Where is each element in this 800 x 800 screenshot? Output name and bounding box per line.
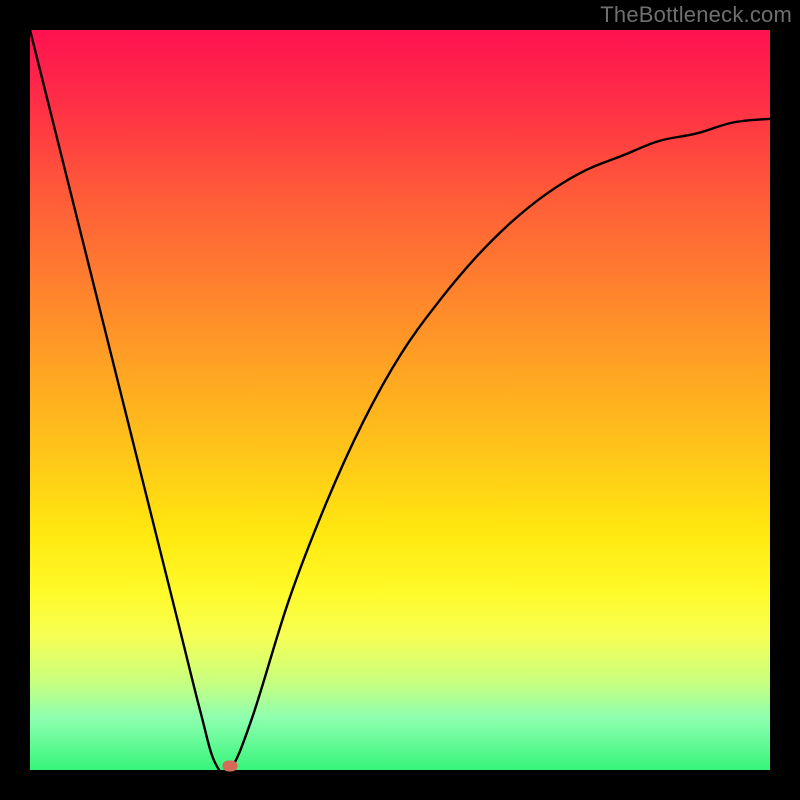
plot-area (30, 30, 770, 770)
optimal-point-marker (222, 761, 237, 772)
watermark-text: TheBottleneck.com (600, 2, 792, 28)
bottleneck-curve (30, 30, 770, 770)
chart-frame: TheBottleneck.com (0, 0, 800, 800)
